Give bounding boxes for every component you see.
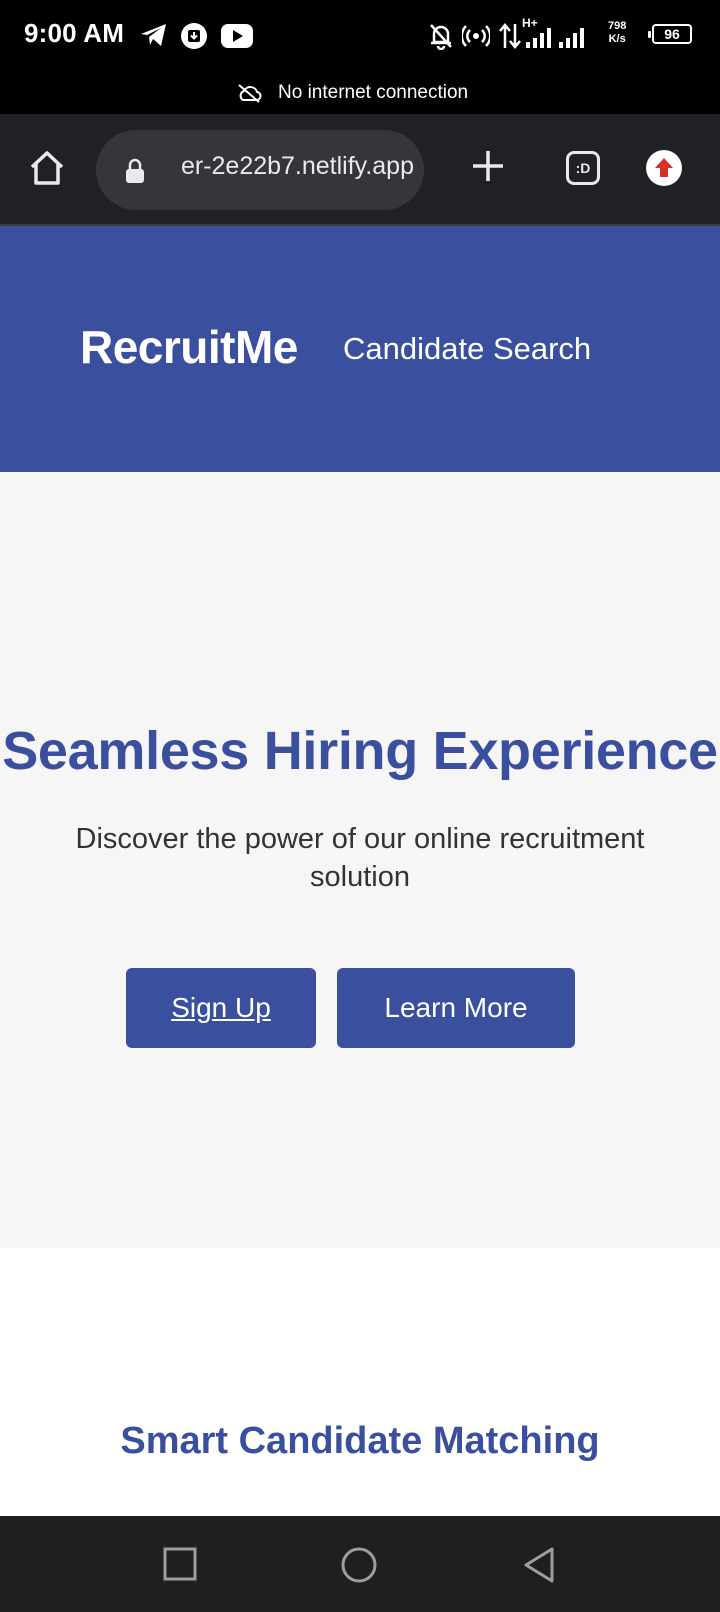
site-header: RecruitMe Candidate Search [0, 226, 720, 472]
nav-candidate-search[interactable]: Candidate Search [343, 331, 591, 367]
hero-title: Seamless Hiring Experience [2, 721, 718, 781]
learn-more-button[interactable]: Learn More [337, 968, 575, 1048]
hero-subtitle: Discover the power of our online recruit… [75, 823, 645, 893]
recents-icon[interactable] [162, 1546, 198, 1582]
hero-section: Seamless Hiring Experience Discover the … [0, 472, 720, 1248]
battery-icon: 96 [648, 24, 692, 44]
network-speed: 798 K/s [608, 20, 627, 45]
telegram-icon [141, 24, 166, 46]
offline-banner: No internet connection [0, 72, 720, 114]
status-time: 9:00 AM [24, 18, 125, 48]
sign-up-button[interactable]: Sign Up [126, 968, 316, 1048]
system-nav-bar [0, 1516, 720, 1612]
offline-text: No internet connection [278, 82, 469, 103]
features-section: Smart Candidate Matching [0, 1248, 720, 1516]
home-icon[interactable] [340, 1546, 378, 1584]
address-bar[interactable]: er-2e22b7.netlify.app [96, 130, 424, 210]
back-icon[interactable] [522, 1546, 556, 1584]
cloud-off-icon [238, 84, 262, 103]
features-title: Smart Candidate Matching [120, 1420, 600, 1462]
home-icon[interactable] [28, 150, 66, 186]
signal-icon [526, 28, 584, 48]
plus-icon[interactable] [470, 148, 506, 184]
youtube-icon [221, 24, 253, 48]
url-text[interactable]: er-2e22b7.netlify.app [162, 152, 414, 181]
tabs-icon[interactable]: :D [566, 151, 600, 185]
web-page: RecruitMe Candidate Search Seamless Hiri… [0, 226, 720, 1516]
data-arrows-icon [499, 23, 521, 49]
download-icon [181, 23, 207, 49]
bell-off-icon [430, 24, 452, 50]
lock-icon [126, 158, 144, 183]
brand-logo[interactable]: RecruitMe [80, 320, 298, 374]
update-icon[interactable] [646, 150, 682, 186]
browser-toolbar: er-2e22b7.netlify.app :D [0, 114, 720, 226]
status-bar: 9:00 AM H+ 798 K/s 96 [0, 0, 720, 72]
hotspot-icon [462, 25, 490, 47]
